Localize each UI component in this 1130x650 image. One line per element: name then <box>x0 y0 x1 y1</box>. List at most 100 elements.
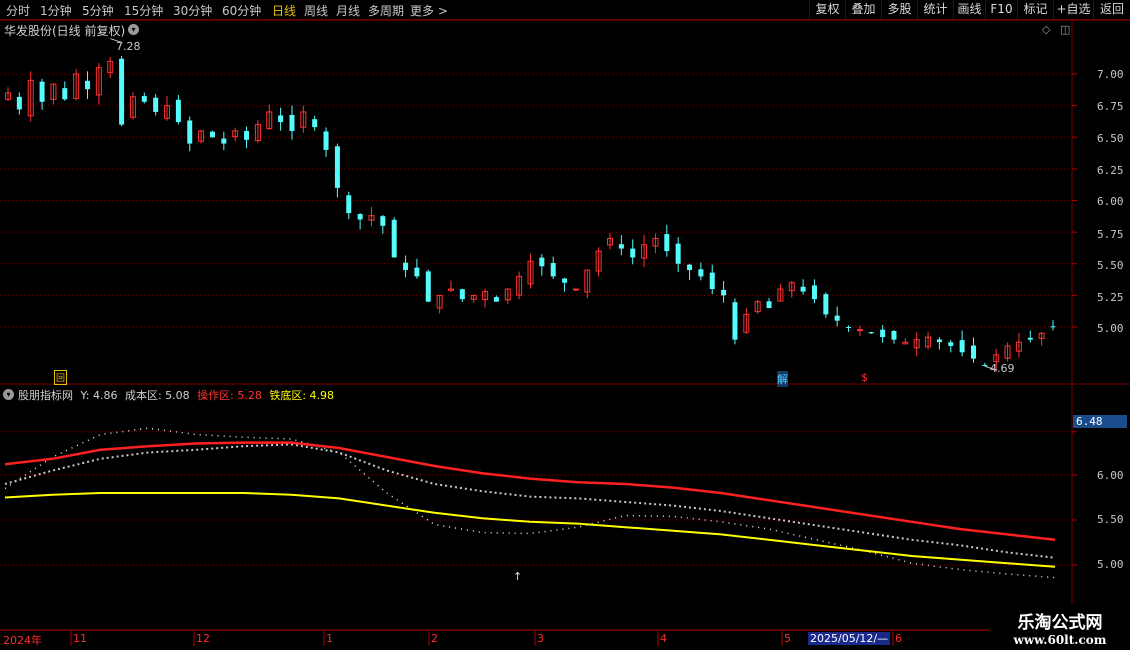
candle-down <box>119 58 125 125</box>
candle-down <box>562 278 568 283</box>
window-toggle-icon[interactable]: ◫ <box>1060 23 1070 36</box>
candle-down <box>550 262 556 277</box>
candle-down <box>16 96 22 110</box>
date-label: 3 <box>537 632 544 645</box>
indicator-legend: 股朋指标网 Y: 4.86 成本区: 5.08 操作区: 5.28 铁底区: 4… <box>18 387 334 403</box>
candle-down <box>698 269 704 277</box>
candle-down <box>618 244 624 249</box>
indicator-tick: 6.00 <box>1097 469 1124 482</box>
candle-down <box>85 80 91 90</box>
candle-down <box>891 331 897 340</box>
candle-down <box>459 289 465 300</box>
date-label: 11 <box>73 632 87 645</box>
candle-down <box>391 219 397 258</box>
indicator-cost-line <box>4 443 1056 559</box>
candle-down <box>323 131 329 150</box>
candle-down <box>403 262 409 271</box>
candle-down <box>209 131 215 138</box>
candle-down <box>982 364 988 366</box>
candle-down <box>846 326 852 328</box>
date-label: 5 <box>784 632 791 645</box>
candle-down <box>823 294 829 315</box>
indicator-current-value: 6.48 <box>1073 415 1127 428</box>
low-price-label: 4.69 <box>990 362 1015 375</box>
cursor-date-label: 2025/05/12/— <box>808 632 891 645</box>
candle-down <box>880 329 886 338</box>
diamond-icon[interactable]: ◇ <box>1042 23 1050 36</box>
title-dropdown-icon[interactable]: ▾ <box>128 24 139 35</box>
indicator-tick: 5.00 <box>1097 558 1124 571</box>
date-label: 12 <box>196 632 210 645</box>
indicator-iron-line <box>4 492 1056 568</box>
price-tick: 5.50 <box>1097 259 1124 272</box>
candle-down <box>539 257 545 267</box>
candle-down <box>244 130 250 140</box>
y-value-label: Y: 4.86 <box>80 389 118 402</box>
candle-down <box>948 342 954 346</box>
candle-down <box>811 285 817 300</box>
candle-down <box>312 119 318 128</box>
price-tick: 6.25 <box>1097 164 1124 177</box>
candle-down <box>141 96 147 102</box>
arrow-up-icon: ↑ <box>513 570 523 583</box>
date-label: 4 <box>660 632 667 645</box>
price-tick: 6.50 <box>1097 132 1124 145</box>
candle-down <box>380 216 386 226</box>
event-marker-dollar[interactable]: $ <box>861 371 868 384</box>
candle-down <box>868 332 874 334</box>
candle-down <box>970 345 976 359</box>
candle-up <box>572 288 579 291</box>
candle-down <box>675 243 681 264</box>
price-tick: 6.75 <box>1097 100 1124 113</box>
price-tick: 5.75 <box>1097 228 1124 241</box>
candle-down <box>414 267 420 277</box>
price-tick: 5.00 <box>1097 322 1124 335</box>
watermark-url: www.60lt.com <box>1013 633 1107 647</box>
candle-down <box>1027 337 1033 340</box>
candle-down <box>357 214 363 220</box>
candle-down <box>800 286 806 292</box>
candle-down <box>959 340 965 353</box>
cost-zone-label: 成本区: 5.08 <box>124 389 190 402</box>
candle-down <box>39 81 45 102</box>
event-marker-jie[interactable]: 解 <box>777 371 788 387</box>
watermark-title: 乐淘公式网 <box>1017 613 1103 633</box>
candle-down <box>425 271 431 302</box>
chart-title: 华发股份(日线 前复权) <box>4 24 126 38</box>
high-price-label: 7.28 <box>116 40 141 53</box>
candle-down <box>766 301 772 309</box>
indicator-op-line <box>4 441 1056 542</box>
indicator-tick: 5.50 <box>1097 513 1124 526</box>
iron-bottom-label: 铁底区: 4.98 <box>269 389 335 402</box>
candle-down <box>493 297 499 302</box>
watermark: 乐淘公式网 www.60lt.com <box>990 605 1130 650</box>
candle-down <box>175 99 181 123</box>
kline-chart[interactable] <box>0 0 1130 650</box>
date-label: 1 <box>326 632 333 645</box>
info-box-icon[interactable]: 回 <box>54 370 68 385</box>
candle-down <box>289 114 295 131</box>
candle-down <box>278 115 284 123</box>
candle-down <box>732 302 738 340</box>
price-tick: 5.25 <box>1097 291 1124 304</box>
operation-zone-label: 操作区: 5.28 <box>197 389 262 402</box>
candle-down <box>936 339 942 343</box>
candle-down <box>630 248 636 258</box>
indicator-dropdown-icon[interactable]: ▾ <box>3 389 14 400</box>
candle-down <box>721 289 727 296</box>
candle-down <box>834 315 840 321</box>
candle-down <box>687 264 693 271</box>
candle-down <box>346 195 352 214</box>
candle-down <box>709 272 715 290</box>
candle-down <box>153 97 159 112</box>
date-label: 6 <box>895 632 902 645</box>
candle-down <box>1050 326 1056 328</box>
indicator-name[interactable]: 股朋指标网 <box>18 389 73 402</box>
candle-down <box>664 234 670 252</box>
candle-down <box>62 88 68 100</box>
candle-down <box>221 138 227 144</box>
candle-down <box>187 120 193 144</box>
price-tick: 6.00 <box>1097 195 1124 208</box>
candle-down <box>334 146 340 188</box>
date-label: 2 <box>431 632 438 645</box>
